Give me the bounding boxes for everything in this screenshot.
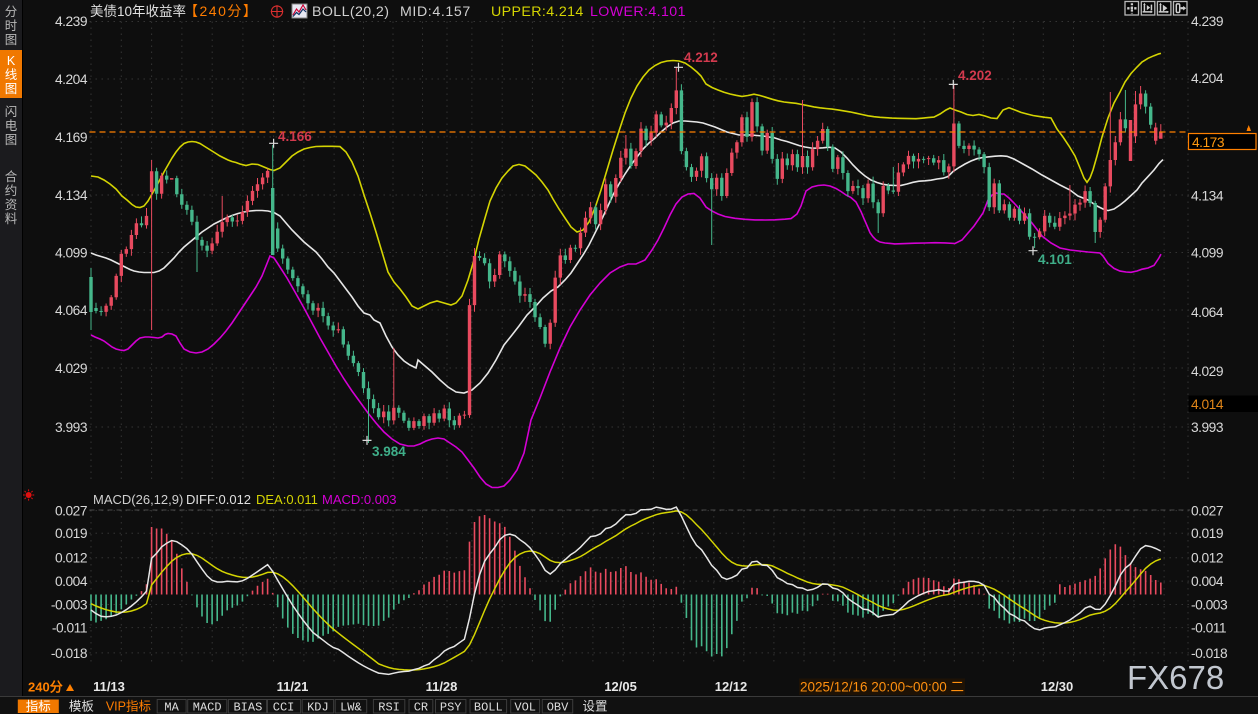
svg-text:0.027: 0.027 <box>55 504 87 519</box>
svg-text:FX678: FX678 <box>1127 659 1224 696</box>
svg-text:4.173: 4.173 <box>1192 135 1225 150</box>
svg-text:K: K <box>7 54 16 68</box>
svg-text:KDJ: KDJ <box>307 701 329 714</box>
svg-text:MACD(26,12,9): MACD(26,12,9) <box>93 492 183 507</box>
svg-text:闪: 闪 <box>5 105 18 119</box>
svg-text:LW&: LW& <box>340 701 362 714</box>
svg-text:时: 时 <box>5 19 18 33</box>
svg-text:指标: 指标 <box>26 699 51 714</box>
svg-text:PSY: PSY <box>440 701 462 714</box>
svg-text:【240分】: 【240分】 <box>184 3 258 19</box>
svg-text:0.012: 0.012 <box>1191 551 1223 566</box>
svg-text:4.099: 4.099 <box>1191 246 1224 261</box>
svg-text:4.169: 4.169 <box>55 130 88 145</box>
svg-text:12/05: 12/05 <box>604 679 637 694</box>
svg-text:DIFF:0.012: DIFF:0.012 <box>186 492 251 507</box>
svg-text:料: 料 <box>5 212 18 226</box>
svg-text:240分: 240分 <box>28 680 63 695</box>
svg-text:4.134: 4.134 <box>1191 189 1224 204</box>
svg-text:0.004: 0.004 <box>55 574 88 589</box>
svg-text:-0.003: -0.003 <box>1191 598 1228 613</box>
svg-text:11/28: 11/28 <box>426 679 458 694</box>
svg-text:4.166: 4.166 <box>278 129 312 144</box>
svg-text:4.014: 4.014 <box>1191 397 1224 412</box>
svg-text:OBV: OBV <box>547 701 569 714</box>
svg-text:MA: MA <box>164 701 179 714</box>
svg-text:图: 图 <box>5 82 18 96</box>
svg-text:-0.011: -0.011 <box>1191 621 1226 636</box>
svg-text:11/21: 11/21 <box>277 679 309 694</box>
svg-text:4.202: 4.202 <box>958 68 992 83</box>
svg-text:12/30: 12/30 <box>1041 679 1074 694</box>
svg-text:VIP指标: VIP指标 <box>106 699 151 714</box>
svg-text:合: 合 <box>5 169 18 184</box>
svg-text:线: 线 <box>5 68 18 82</box>
svg-text:4.064: 4.064 <box>55 303 88 318</box>
svg-text:4.064: 4.064 <box>1191 305 1224 320</box>
svg-text:RSI: RSI <box>378 701 400 714</box>
svg-text:4.212: 4.212 <box>684 50 718 65</box>
svg-text:0.019: 0.019 <box>55 526 88 541</box>
svg-text:图: 图 <box>5 133 18 147</box>
svg-text:UPPER:4.214: UPPER:4.214 <box>491 4 584 20</box>
svg-text:图: 图 <box>5 33 18 47</box>
svg-text:模板: 模板 <box>69 700 95 714</box>
svg-text:4.029: 4.029 <box>55 361 88 376</box>
svg-text:约: 约 <box>5 183 18 198</box>
svg-text:0.019: 0.019 <box>1191 526 1224 541</box>
svg-text:MACD: MACD <box>193 701 222 714</box>
svg-text:12/12: 12/12 <box>715 679 748 694</box>
svg-text:4.204: 4.204 <box>1191 71 1224 86</box>
svg-text:4.239: 4.239 <box>1191 14 1224 29</box>
svg-text:资: 资 <box>5 198 18 212</box>
svg-text:MACD:0.003: MACD:0.003 <box>322 492 396 507</box>
svg-text:分: 分 <box>5 5 18 19</box>
svg-text:0.004: 0.004 <box>1191 574 1224 589</box>
svg-text:VOL: VOL <box>514 701 536 714</box>
svg-text:电: 电 <box>5 119 18 133</box>
svg-text:MID:4.157: MID:4.157 <box>400 4 471 20</box>
svg-text:CCI: CCI <box>273 701 295 714</box>
svg-text:BIAS: BIAS <box>233 701 262 714</box>
svg-text:美债10年收益率: 美债10年收益率 <box>90 3 186 19</box>
svg-text:BOLL(20,2): BOLL(20,2) <box>312 4 389 20</box>
svg-text:2025/12/16 20:00~00:00 二: 2025/12/16 20:00~00:00 二 <box>800 680 964 695</box>
svg-text:4.239: 4.239 <box>55 14 88 29</box>
svg-text:-0.003: -0.003 <box>51 598 88 613</box>
svg-text:4.029: 4.029 <box>1191 364 1224 379</box>
svg-text:4.101: 4.101 <box>1038 252 1072 267</box>
svg-text:CR: CR <box>414 701 428 714</box>
svg-text:设置: 设置 <box>582 699 607 714</box>
svg-text:3.984: 3.984 <box>372 444 406 459</box>
svg-text:LOWER:4.101: LOWER:4.101 <box>590 4 686 20</box>
svg-text:4.099: 4.099 <box>55 246 88 261</box>
svg-text:3.993: 3.993 <box>55 420 88 435</box>
svg-text:-0.018: -0.018 <box>51 646 88 661</box>
svg-text:11/13: 11/13 <box>93 679 125 694</box>
svg-text:DEA:0.011: DEA:0.011 <box>256 492 318 507</box>
svg-text:0.027: 0.027 <box>1191 504 1223 519</box>
svg-text:BOLL: BOLL <box>474 701 503 714</box>
svg-text:0.012: 0.012 <box>55 551 87 566</box>
svg-text:3.993: 3.993 <box>1191 420 1224 435</box>
svg-text:4.134: 4.134 <box>55 188 88 203</box>
svg-text:4.204: 4.204 <box>55 72 88 87</box>
svg-text:-0.011: -0.011 <box>52 621 87 636</box>
